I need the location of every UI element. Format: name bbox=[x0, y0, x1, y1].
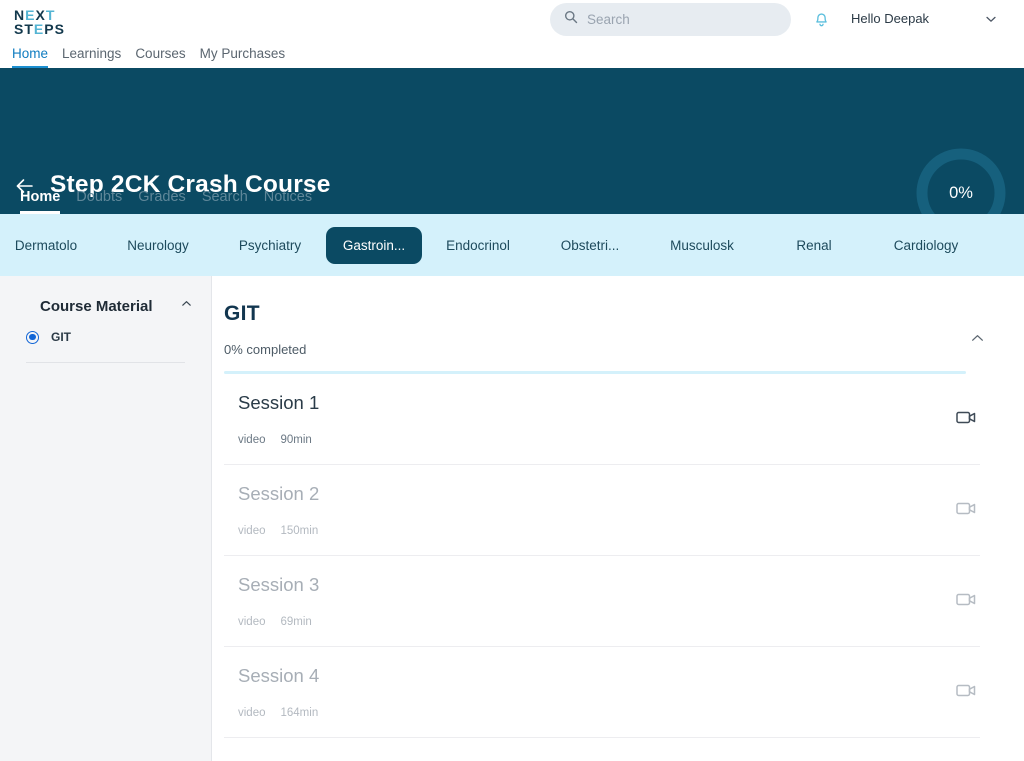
session-title: Session 1 bbox=[238, 392, 980, 414]
subject-tab-neurology[interactable]: Neurology bbox=[102, 227, 214, 264]
video-camera-icon[interactable] bbox=[956, 592, 976, 608]
session-type: video bbox=[238, 616, 266, 628]
subject-tab-endocrinology[interactable]: Endocrinol bbox=[422, 227, 534, 264]
primary-nav: Home Learnings Courses My Purchases bbox=[12, 44, 285, 68]
session-row[interactable]: Session 2 video 150min bbox=[224, 465, 980, 556]
tab-grades[interactable]: Grades bbox=[138, 189, 186, 214]
subject-tab-list: Dermatolo Neurology Psychiatry Gastroin.… bbox=[0, 227, 982, 264]
session-row[interactable]: Session 4 video 164min bbox=[224, 647, 980, 738]
tab-notices[interactable]: Notices bbox=[264, 189, 312, 214]
nav-item-home[interactable]: Home bbox=[12, 46, 48, 68]
tab-home[interactable]: Home bbox=[20, 189, 60, 214]
subject-tab-psychiatry[interactable]: Psychiatry bbox=[214, 227, 326, 264]
unit-completion-label: 0% completed bbox=[224, 342, 984, 357]
unit-title: GIT bbox=[224, 302, 984, 326]
chevron-up-icon[interactable] bbox=[180, 297, 193, 315]
session-title: Session 2 bbox=[238, 483, 980, 505]
subject-tab-cardiology[interactable]: Cardiology bbox=[870, 227, 982, 264]
subject-tab-renal[interactable]: Renal bbox=[758, 227, 870, 264]
unit-collapse-icon[interactable] bbox=[970, 331, 986, 347]
session-duration: 164min bbox=[281, 707, 319, 719]
nav-item-learnings[interactable]: Learnings bbox=[62, 46, 121, 68]
subject-tab-strip[interactable]: Dermatolo Neurology Psychiatry Gastroin.… bbox=[0, 214, 1024, 276]
session-title: Session 4 bbox=[238, 665, 980, 687]
session-row[interactable]: Session 1 video 90min bbox=[224, 374, 980, 465]
sidebar-item-label: GIT bbox=[51, 330, 71, 344]
course-header: Step 2CK Crash Course 0% Home Doubts Gra… bbox=[0, 68, 1024, 214]
session-list: Session 1 video 90min Session 2 video 15… bbox=[212, 374, 1024, 738]
search-icon bbox=[564, 10, 578, 29]
course-material-header[interactable]: Course Material bbox=[0, 290, 211, 322]
session-meta: video 150min bbox=[238, 525, 318, 537]
subject-tab-obstetrics[interactable]: Obstetri... bbox=[534, 227, 646, 264]
session-meta: video 164min bbox=[238, 707, 318, 719]
content-area: Course Material GIT GIT 0% completed bbox=[0, 276, 1024, 761]
video-camera-icon[interactable] bbox=[956, 683, 976, 699]
tab-search[interactable]: Search bbox=[202, 189, 248, 214]
session-meta: video 90min bbox=[238, 434, 312, 446]
subject-tab-musculoskeletal[interactable]: Musculosk bbox=[646, 227, 758, 264]
subject-tab-gastroenterology[interactable]: Gastroin... bbox=[326, 227, 422, 264]
session-type: video bbox=[238, 707, 266, 719]
logo-line-1: NEXT bbox=[14, 8, 76, 22]
video-camera-icon[interactable] bbox=[956, 410, 976, 426]
nav-item-courses[interactable]: Courses bbox=[135, 46, 185, 68]
session-duration: 90min bbox=[281, 434, 312, 446]
sidebar-divider bbox=[26, 362, 185, 363]
search-input[interactable] bbox=[587, 12, 777, 27]
unit-panel: GIT 0% completed Session 1 video 90min bbox=[212, 276, 1024, 761]
course-material-sidebar: Course Material GIT bbox=[0, 276, 212, 761]
radio-selected-icon[interactable] bbox=[26, 331, 39, 344]
course-tabs: Home Doubts Grades Search Notices bbox=[20, 186, 312, 214]
session-row[interactable]: Session 3 video 69min bbox=[224, 556, 980, 647]
bell-icon[interactable] bbox=[810, 9, 832, 31]
subject-tab-dermatology[interactable]: Dermatolo bbox=[0, 227, 102, 264]
unit-header: GIT 0% completed bbox=[212, 276, 1024, 357]
course-material-title: Course Material bbox=[40, 298, 153, 315]
top-navigation-bar: NEXT STEPS Hello Deepak Home Learnings C… bbox=[0, 0, 1024, 68]
tab-doubts[interactable]: Doubts bbox=[76, 189, 122, 214]
session-type: video bbox=[238, 525, 266, 537]
user-greeting[interactable]: Hello Deepak bbox=[851, 11, 929, 26]
sidebar-item-git[interactable]: GIT bbox=[0, 322, 211, 352]
session-duration: 150min bbox=[281, 525, 319, 537]
chevron-down-icon[interactable] bbox=[983, 11, 999, 27]
search-box[interactable] bbox=[550, 3, 791, 36]
nav-item-my-purchases[interactable]: My Purchases bbox=[200, 46, 286, 68]
session-duration: 69min bbox=[281, 616, 312, 628]
session-title: Session 3 bbox=[238, 574, 980, 596]
session-type: video bbox=[238, 434, 266, 446]
logo-line-2: STEPS bbox=[14, 22, 76, 36]
video-camera-icon[interactable] bbox=[956, 501, 976, 517]
next-steps-logo[interactable]: NEXT STEPS bbox=[14, 6, 76, 38]
session-meta: video 69min bbox=[238, 616, 312, 628]
